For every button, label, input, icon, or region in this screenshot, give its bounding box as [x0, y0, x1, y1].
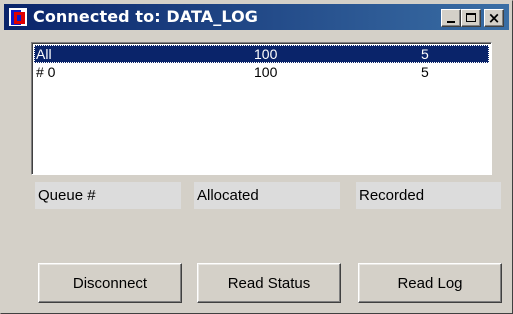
list-item-queue-0[interactable]: # 0 100 5	[34, 63, 489, 81]
queue-cell: All	[36, 46, 52, 62]
allocated-column-label: Allocated	[194, 182, 340, 209]
app-icon-mark	[14, 12, 25, 24]
close-icon: ×	[487, 9, 501, 27]
read-log-button[interactable]: Read Log	[358, 263, 502, 303]
close-button[interactable]: ×	[484, 9, 504, 27]
queue-cell: # 0	[36, 64, 56, 80]
minimize-icon	[447, 21, 455, 23]
title-bar[interactable]: Connected to: DATA_LOG ×	[4, 4, 509, 30]
recorded-cell: 5	[421, 64, 429, 80]
app-window: Connected to: DATA_LOG × All 100 5 # 0 1…	[0, 0, 513, 314]
read-status-button[interactable]: Read Status	[197, 263, 341, 303]
queue-list[interactable]: All 100 5 # 0 100 5	[31, 42, 492, 175]
queue-column-label: Queue #	[35, 182, 181, 209]
maximize-button[interactable]	[461, 9, 481, 27]
allocated-cell: 100	[254, 46, 278, 62]
disconnect-button[interactable]: Disconnect	[38, 263, 182, 303]
list-item-all[interactable]: All 100 5	[34, 45, 489, 63]
minimize-button[interactable]	[441, 9, 461, 27]
recorded-column-label: Recorded	[356, 182, 501, 209]
window-title: Connected to: DATA_LOG	[33, 7, 259, 26]
allocated-cell: 100	[254, 64, 278, 80]
recorded-cell: 5	[421, 46, 429, 62]
maximize-icon	[466, 13, 476, 22]
app-icon[interactable]	[9, 8, 27, 26]
